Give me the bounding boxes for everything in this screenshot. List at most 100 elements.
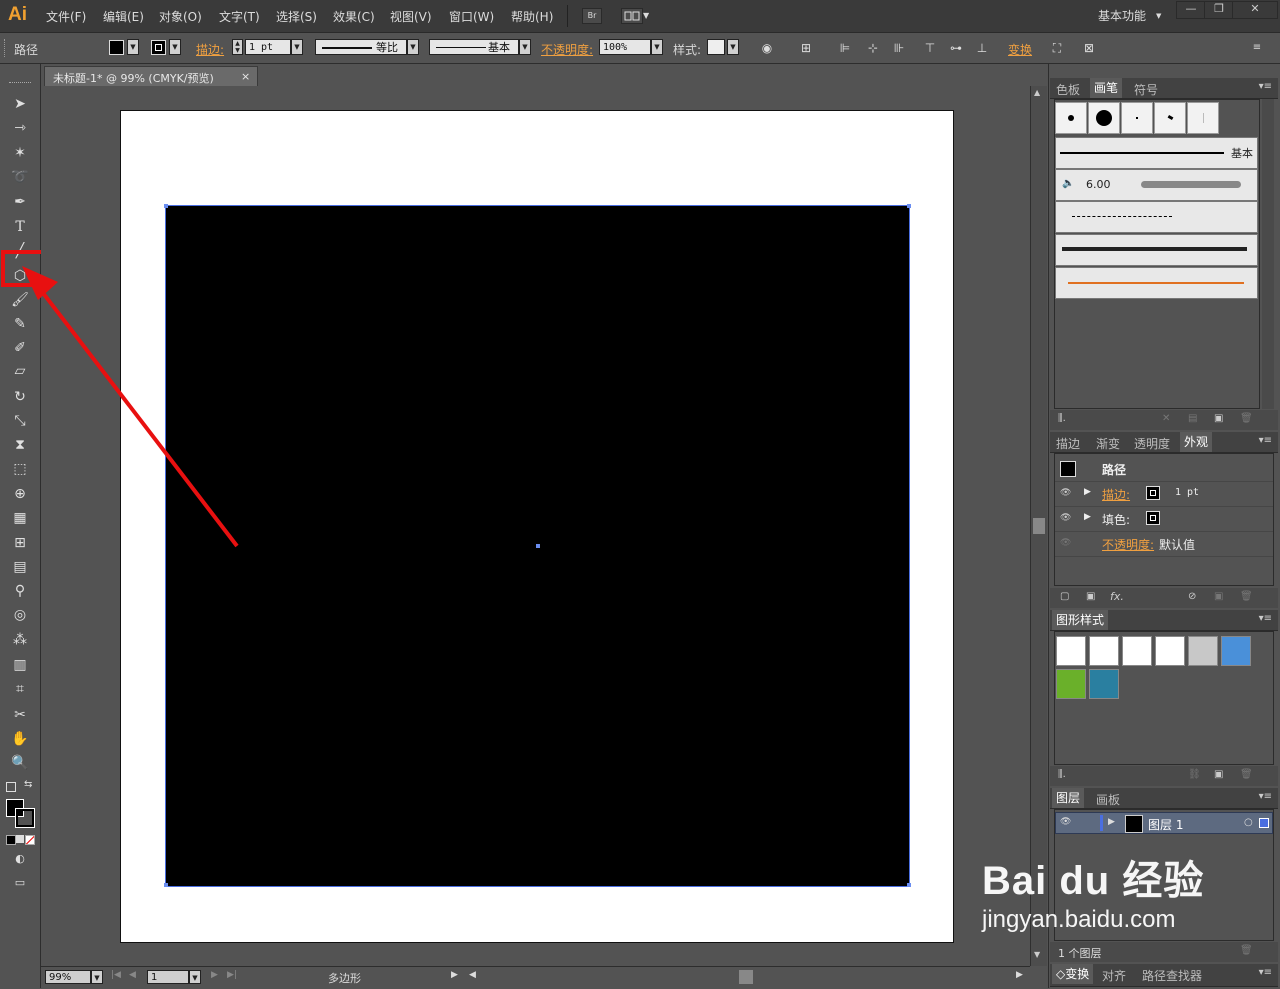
next-artboard-icon[interactable]: ▶ — [211, 970, 218, 980]
remove-brush-stroke-icon[interactable]: ✕ — [1162, 413, 1170, 424]
fill-swatch[interactable] — [1146, 511, 1160, 525]
duplicate-item-icon[interactable]: ▣ — [1214, 591, 1223, 602]
scroll-left-icon[interactable]: ◀ — [469, 970, 476, 980]
appearance-opacity-value: 默认值 — [1159, 538, 1196, 552]
panel-menu-icon[interactable]: ▾≡ — [1259, 967, 1272, 978]
prev-artboard-icon[interactable]: ◀ — [129, 970, 136, 980]
brush-basic-row[interactable]: 基本 — [1055, 137, 1258, 169]
vertical-scroll-thumb[interactable] — [1033, 518, 1045, 534]
new-brush-icon[interactable]: ▣ — [1214, 413, 1223, 424]
brush-dot-small[interactable] — [1055, 102, 1087, 134]
vertical-scrollbar[interactable]: ▲ ▼ — [1030, 86, 1047, 966]
artboard-number-input[interactable]: 1 — [147, 970, 189, 984]
appearance-opacity-row[interactable]: 👁 不透明度: 默认值 — [1055, 532, 1273, 557]
brush-arrow-row[interactable] — [1055, 267, 1258, 299]
expand-arrow-icon[interactable]: ▶ — [1084, 487, 1091, 497]
add-new-stroke-icon[interactable]: ▢ — [1060, 591, 1069, 602]
appearance-fill-row[interactable]: 👁 ▶ 填色: — [1055, 507, 1273, 532]
tab-gradient[interactable]: 渐变 — [1096, 435, 1120, 452]
appearance-opacity-label[interactable]: 不透明度: — [1102, 536, 1154, 553]
baidu-watermark: Bai du 经验 jingyan.baidu.com — [982, 848, 1204, 934]
layer-name[interactable]: 图层 1 — [1148, 816, 1183, 833]
delete-item-icon[interactable]: 🗑 — [1240, 591, 1253, 602]
panel-menu-icon[interactable]: ▾≡ — [1259, 791, 1272, 802]
tab-transform[interactable]: ◇变换 — [1052, 964, 1094, 984]
visibility-eye-icon[interactable]: 👁 — [1060, 488, 1072, 498]
appearance-stroke-row[interactable]: 👁 ▶ 描边: 1 pt — [1055, 482, 1273, 507]
clear-appearance-icon[interactable]: ⊘ — [1188, 591, 1196, 602]
brush-libraries-icon[interactable]: ⫼. — [1058, 413, 1066, 424]
tab-artboards[interactable]: 画板 — [1096, 791, 1120, 808]
brushes-panel-footer: ⫼. ✕ ▤ ▣ 🗑 — [1050, 410, 1278, 430]
status-menu-icon[interactable]: ▶ — [451, 970, 458, 980]
layer-color-bar — [1100, 815, 1103, 831]
style-basic[interactable] — [1122, 636, 1152, 666]
style-none[interactable] — [1155, 636, 1185, 666]
layers-artboards-tabs: 图层 画板 ▾≡ — [1050, 788, 1278, 809]
tab-stroke[interactable]: 描边 — [1056, 435, 1080, 452]
brush-art-row[interactable]: 🔈 6.00 — [1055, 169, 1258, 201]
artboard-dropdown[interactable]: ▼ — [189, 970, 201, 984]
tab-appearance[interactable]: 外观 — [1180, 432, 1213, 452]
watermark-url: jingyan.baidu.com — [982, 906, 1176, 933]
brush-size-label: 6.00 — [1086, 178, 1111, 191]
break-link-icon[interactable]: ⛓ — [1188, 769, 1201, 780]
panel-menu-icon[interactable]: ▾≡ — [1259, 435, 1272, 446]
visibility-eye-icon[interactable]: 👁 — [1060, 538, 1072, 548]
brush-dot-tiny[interactable] — [1121, 102, 1153, 134]
selection-indicator-icon[interactable] — [1259, 818, 1269, 828]
layer-row[interactable]: 👁 ▶ 图层 1 ○ — [1055, 812, 1273, 834]
tab-brushes[interactable]: 画笔 — [1090, 78, 1123, 98]
tab-align[interactable]: 对齐 — [1102, 967, 1126, 984]
scroll-up-icon[interactable]: ▲ — [1034, 88, 1040, 97]
scroll-right-icon[interactable]: ▶ — [1016, 970, 1023, 980]
brush-options-icon[interactable]: ▤ — [1188, 413, 1197, 424]
style-libraries-icon[interactable]: ⫼. — [1058, 769, 1066, 780]
brush-dot-large[interactable] — [1088, 102, 1120, 134]
add-new-fill-icon[interactable]: ▣ — [1086, 591, 1095, 602]
panel-menu-icon[interactable]: ▾≡ — [1259, 613, 1272, 624]
tab-graphic-styles[interactable]: 图形样式 — [1052, 610, 1109, 630]
transform-align-pathfinder-tabs: ◇变换 对齐 路径查找器 ▾≡ — [1050, 964, 1278, 987]
new-style-icon[interactable]: ▣ — [1214, 769, 1223, 780]
delete-style-icon[interactable]: 🗑 — [1240, 769, 1253, 780]
style-teal-pattern[interactable] — [1089, 669, 1119, 699]
style-shadow[interactable] — [1188, 636, 1218, 666]
delete-brush-icon[interactable]: 🗑 — [1240, 413, 1253, 424]
brush-calligraphic[interactable] — [1154, 102, 1186, 134]
expand-layer-icon[interactable]: ▶ — [1108, 817, 1115, 827]
style-green-pattern[interactable] — [1056, 669, 1086, 699]
first-artboard-icon[interactable]: |◀ — [111, 970, 121, 980]
layer-count-label: 1 个图层 — [1058, 947, 1102, 960]
brush-hairline[interactable] — [1187, 102, 1219, 134]
stroke-gradient-transparency-appearance-tabs: 描边 渐变 透明度 外观 ▾≡ — [1050, 432, 1278, 453]
tab-layers[interactable]: 图层 — [1052, 788, 1085, 808]
last-artboard-icon[interactable]: ▶| — [227, 970, 237, 980]
horizontal-scroll-thumb[interactable] — [739, 970, 753, 984]
brush-pattern-dashed-row[interactable] — [1055, 201, 1258, 233]
rough-stroke-preview-icon — [1062, 247, 1247, 251]
style-default[interactable] — [1056, 636, 1086, 666]
visibility-eye-icon[interactable]: 👁 — [1060, 817, 1071, 827]
visibility-eye-icon[interactable]: 👁 — [1060, 513, 1072, 523]
zoom-dropdown[interactable]: ▼ — [91, 970, 103, 984]
appearance-object-type: 路径 — [1102, 463, 1127, 477]
tab-pathfinder[interactable]: 路径查找器 — [1142, 967, 1202, 984]
stroke-swatch[interactable] — [1146, 486, 1160, 500]
target-circle-icon[interactable]: ○ — [1244, 817, 1253, 828]
appearance-stroke-label[interactable]: 描边: — [1102, 486, 1130, 503]
style-default-text[interactable] — [1089, 636, 1119, 666]
style-blue-glow[interactable] — [1221, 636, 1251, 666]
tab-swatches[interactable]: 色板 — [1056, 81, 1080, 98]
expand-arrow-icon[interactable]: ▶ — [1084, 512, 1091, 522]
scroll-down-icon[interactable]: ▼ — [1034, 950, 1040, 959]
add-effect-button[interactable]: fx. — [1110, 590, 1124, 603]
zoom-input[interactable]: 99% — [45, 970, 91, 984]
brush-rough-row[interactable] — [1055, 234, 1258, 266]
panel-menu-icon[interactable]: ▾≡ — [1259, 81, 1272, 92]
delete-layer-icon[interactable]: 🗑 — [1240, 945, 1253, 956]
charcoal-stroke-preview-icon — [1141, 181, 1241, 188]
brushes-scrollbar[interactable] — [1262, 99, 1274, 409]
tab-symbols[interactable]: 符号 — [1134, 81, 1158, 98]
tab-transparency[interactable]: 透明度 — [1134, 435, 1170, 452]
